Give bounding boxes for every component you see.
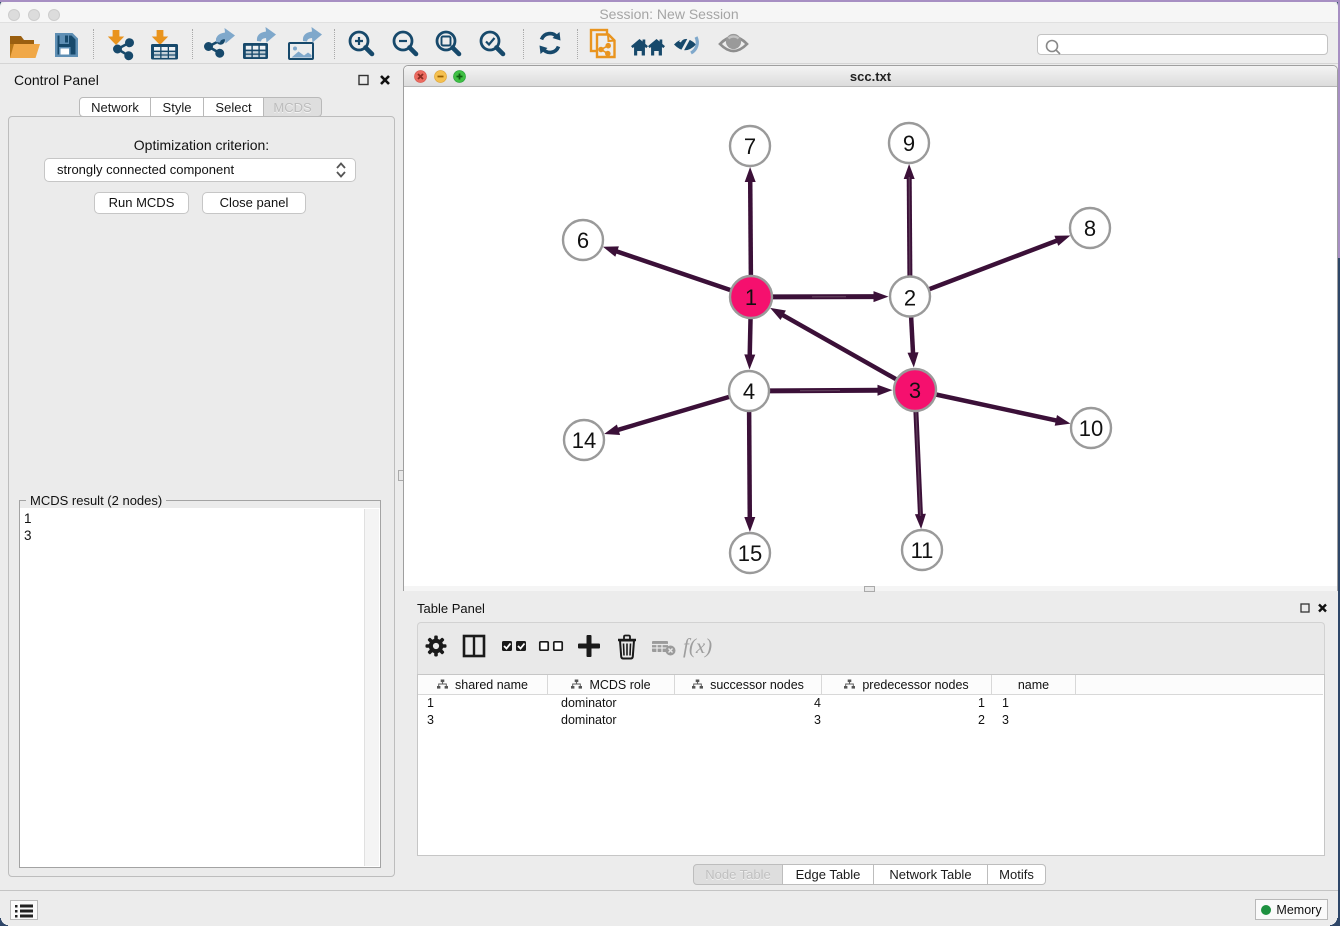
svg-text:6: 6	[577, 228, 589, 253]
svg-text:4: 4	[743, 379, 755, 404]
svg-text:14: 14	[572, 428, 596, 453]
svg-text:9: 9	[903, 131, 915, 156]
svg-text:1: 1	[745, 285, 757, 310]
svg-text:15: 15	[738, 541, 762, 566]
svg-text:11: 11	[911, 538, 934, 563]
svg-text:3: 3	[909, 378, 921, 403]
svg-text:2: 2	[904, 286, 916, 311]
svg-text:8: 8	[1084, 216, 1096, 241]
svg-text:7: 7	[744, 134, 756, 159]
svg-text:f(x): f(x)	[683, 634, 712, 658]
svg-text:10: 10	[1079, 416, 1103, 441]
